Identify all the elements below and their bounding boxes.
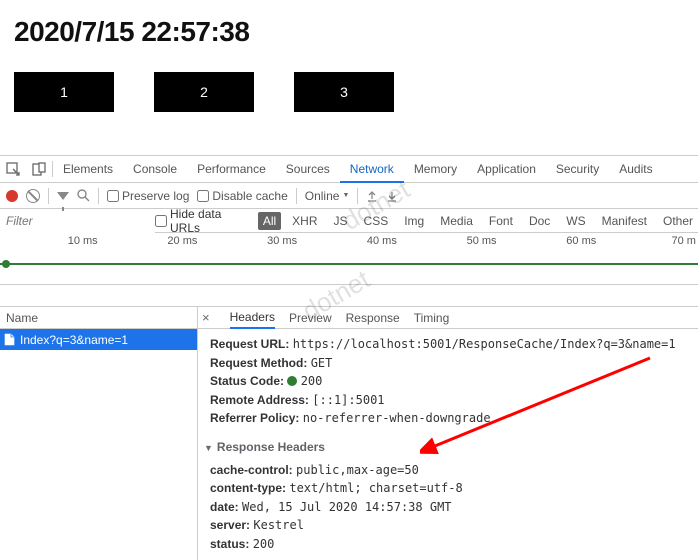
tick: 30 ms xyxy=(199,235,299,249)
clear-icon[interactable] xyxy=(26,189,40,203)
request-url-label: Request URL: xyxy=(210,337,289,351)
tick: 40 ms xyxy=(299,235,399,249)
tick: 50 ms xyxy=(399,235,499,249)
tick: 60 ms xyxy=(499,235,599,249)
filter-img[interactable]: Img xyxy=(399,212,429,230)
status-code-label: Status Code: xyxy=(210,374,284,388)
filter-input[interactable] xyxy=(0,209,155,233)
filter-manifest[interactable]: Manifest xyxy=(597,212,652,230)
tick: 10 ms xyxy=(0,235,100,249)
response-headers-section[interactable]: Response Headers xyxy=(204,438,694,457)
close-icon[interactable]: × xyxy=(202,310,210,325)
tab-timing[interactable]: Timing xyxy=(414,311,450,325)
inspect-icon[interactable] xyxy=(0,156,26,182)
date-value: Wed, 15 Jul 2020 14:57:38 GMT xyxy=(242,500,452,514)
status-code: 200 xyxy=(301,374,323,388)
tab-elements[interactable]: Elements xyxy=(53,156,123,183)
tab-response[interactable]: Response xyxy=(346,311,400,325)
request-method: GET xyxy=(311,356,333,370)
filter-font[interactable]: Font xyxy=(484,212,518,230)
filter-css[interactable]: CSS xyxy=(359,212,394,230)
filter-media[interactable]: Media xyxy=(435,212,478,230)
filter-ws[interactable]: WS xyxy=(561,212,590,230)
tab-preview[interactable]: Preview xyxy=(289,311,332,325)
content-type-label: content-type: xyxy=(210,481,286,495)
tab-console[interactable]: Console xyxy=(123,156,187,183)
tab-network[interactable]: Network xyxy=(340,156,404,183)
tab-performance[interactable]: Performance xyxy=(187,156,276,183)
name-column-header[interactable]: Name xyxy=(0,307,197,329)
content-type-value: text/html; charset=utf-8 xyxy=(289,481,462,495)
throttling-select[interactable]: Online xyxy=(305,189,350,203)
preserve-log-checkbox[interactable]: Preserve log xyxy=(107,189,189,203)
filter-other[interactable]: Other xyxy=(658,212,698,230)
request-url: https://localhost:5001/ResponseCache/Ind… xyxy=(293,337,676,351)
tick: 70 m xyxy=(598,235,698,249)
status-dot-icon xyxy=(287,376,297,386)
referrer-policy: no-referrer-when-downgrade xyxy=(303,411,491,425)
disable-cache-label: Disable cache xyxy=(212,189,287,203)
download-icon[interactable] xyxy=(386,190,398,202)
devtools-tabs: Elements Console Performance Sources Net… xyxy=(53,156,663,183)
filter-xhr[interactable]: XHR xyxy=(287,212,322,230)
request-row[interactable]: Index?q=3&name=1 xyxy=(0,329,197,350)
request-method-label: Request Method: xyxy=(210,356,307,370)
upload-icon[interactable] xyxy=(366,190,378,202)
document-icon xyxy=(4,333,15,346)
server-value: Kestrel xyxy=(253,518,304,532)
tick: 20 ms xyxy=(100,235,200,249)
server-label: server: xyxy=(210,518,250,532)
box-3: 3 xyxy=(294,72,394,112)
tab-security[interactable]: Security xyxy=(546,156,609,183)
page-timestamp: 2020/7/15 22:57:38 xyxy=(14,16,684,48)
tab-audits[interactable]: Audits xyxy=(609,156,662,183)
cache-control-value: public,max-age=50 xyxy=(296,463,419,477)
status-value: 200 xyxy=(253,537,275,551)
search-icon[interactable] xyxy=(77,189,90,202)
referrer-policy-label: Referrer Policy: xyxy=(210,411,299,425)
tab-application[interactable]: Application xyxy=(467,156,546,183)
tab-headers[interactable]: Headers xyxy=(230,307,275,329)
box-2: 2 xyxy=(154,72,254,112)
hide-data-urls-checkbox[interactable]: Hide data URLs xyxy=(155,207,252,235)
remote-address-label: Remote Address: xyxy=(210,393,309,407)
preserve-log-label: Preserve log xyxy=(122,189,189,203)
tab-memory[interactable]: Memory xyxy=(404,156,467,183)
box-1: 1 xyxy=(14,72,114,112)
network-timeline[interactable]: 10 ms 20 ms 30 ms 40 ms 50 ms 60 ms 70 m xyxy=(0,233,698,285)
tab-sources[interactable]: Sources xyxy=(276,156,340,183)
record-icon[interactable] xyxy=(6,190,18,202)
status-label: status: xyxy=(210,537,249,551)
request-name: Index?q=3&name=1 xyxy=(20,333,128,347)
disable-cache-checkbox[interactable]: Disable cache xyxy=(197,189,287,203)
device-toolbar-icon[interactable] xyxy=(26,156,52,182)
filter-doc[interactable]: Doc xyxy=(524,212,555,230)
cache-control-label: cache-control: xyxy=(210,463,293,477)
filter-js[interactable]: JS xyxy=(329,212,353,230)
hide-data-urls-label: Hide data URLs xyxy=(170,207,252,235)
date-label: date: xyxy=(210,500,239,514)
filter-icon[interactable] xyxy=(57,192,69,200)
devtools-panel: Elements Console Performance Sources Net… xyxy=(0,155,698,560)
remote-address: [::1]:5001 xyxy=(312,393,384,407)
filter-all[interactable]: All xyxy=(258,212,281,230)
